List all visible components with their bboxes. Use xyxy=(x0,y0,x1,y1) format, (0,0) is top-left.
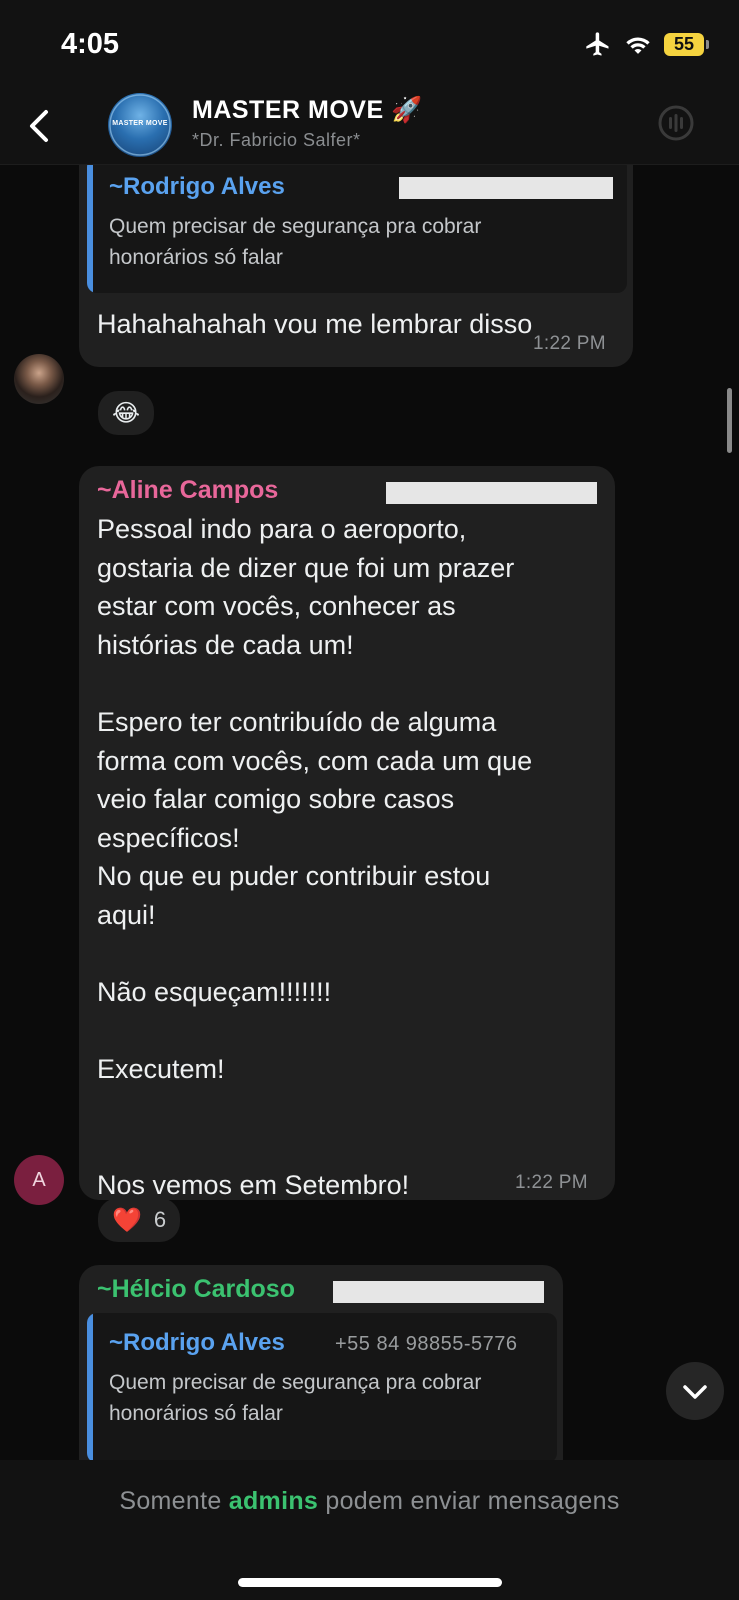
redacted-phone xyxy=(386,482,597,504)
message-bubble[interactable]: ~Aline Campos Pessoal indo para o aeropo… xyxy=(79,466,615,1200)
status-icons: 55 xyxy=(584,30,709,58)
chat-area[interactable]: ~Rodrigo Alves Quem precisar de seguranç… xyxy=(0,165,739,1460)
quote-sender: ~Rodrigo Alves xyxy=(109,173,285,200)
message-sender[interactable]: ~Aline Campos xyxy=(97,476,278,505)
message-bubble[interactable]: ~Rodrigo Alves Quem precisar de seguranç… xyxy=(79,165,633,367)
sender-avatar[interactable] xyxy=(14,354,64,404)
laughing-emoji-icon: 😂 xyxy=(112,399,141,427)
admins-only-notice: Somente admins podem enviar mensagens xyxy=(0,1487,739,1516)
message-text: Hahahahahah vou me lembrar disso xyxy=(97,309,533,339)
reply-quote[interactable]: ~Rodrigo Alves Quem precisar de seguranç… xyxy=(87,165,627,293)
sender-avatar[interactable]: A xyxy=(14,1155,64,1205)
footer-bar: Somente admins podem enviar mensagens xyxy=(0,1460,739,1600)
quote-phone: +55 84 98855-5776 xyxy=(335,1333,518,1355)
reaction-badge[interactable]: ❤️ 6 xyxy=(98,1198,181,1242)
battery-level: 55 xyxy=(664,32,704,56)
group-avatar-label: MASTER MOVE xyxy=(112,120,168,127)
battery-tip xyxy=(706,39,709,49)
airplane-icon xyxy=(586,32,609,56)
voice-chat-icon[interactable] xyxy=(656,103,696,143)
heart-emoji-icon: ❤️ xyxy=(112,1206,142,1234)
redacted-phone xyxy=(399,177,613,199)
group-title[interactable]: MASTER MOVE 🚀 xyxy=(192,96,423,125)
home-indicator[interactable] xyxy=(238,1578,502,1587)
reaction-count: 6 xyxy=(153,1207,167,1232)
quote-bar xyxy=(87,165,93,293)
reply-quote[interactable]: ~Rodrigo Alves +55 84 98855-5776 Quem pr… xyxy=(87,1313,557,1460)
wifi-icon xyxy=(626,37,650,54)
scroll-to-bottom-button[interactable] xyxy=(666,1362,724,1420)
message-bubble[interactable]: ~Hélcio Cardoso ~Rodrigo Alves +55 84 98… xyxy=(79,1265,563,1460)
redacted-phone xyxy=(333,1281,544,1303)
chevron-down-icon xyxy=(683,1385,707,1399)
scrollbar[interactable] xyxy=(727,388,732,453)
group-avatar[interactable]: MASTER MOVE xyxy=(108,93,172,157)
quote-sender: ~Rodrigo Alves xyxy=(109,1329,285,1356)
battery-indicator: 55 xyxy=(664,32,709,56)
group-subtitle: *Dr. Fabricio Salfer* xyxy=(192,130,361,150)
quote-text: Quem precisar de segurança pra cobrar ho… xyxy=(109,215,482,269)
message-sender[interactable]: ~Hélcio Cardoso xyxy=(97,1275,295,1304)
notice-prefix: Somente xyxy=(119,1487,222,1515)
message-text: Pessoal indo para o aeroporto, gostaria … xyxy=(97,514,533,1201)
reaction-badge[interactable]: 😂 xyxy=(98,391,155,435)
status-bar: 4:05 55 xyxy=(0,0,739,90)
message-time: 1:22 PM xyxy=(533,333,606,354)
notice-suffix: podem enviar mensagens xyxy=(325,1487,620,1515)
quote-text: Quem precisar de segurança pra cobrar ho… xyxy=(109,1371,482,1425)
status-time: 4:05 xyxy=(61,28,120,60)
admins-link[interactable]: admins xyxy=(229,1487,318,1515)
quote-bar xyxy=(87,1313,93,1460)
chat-header: MASTER MOVE MASTER MOVE 🚀 *Dr. Fabricio … xyxy=(0,90,739,165)
message-time: 1:22 PM xyxy=(515,1172,588,1193)
back-arrow-icon[interactable] xyxy=(20,104,60,148)
